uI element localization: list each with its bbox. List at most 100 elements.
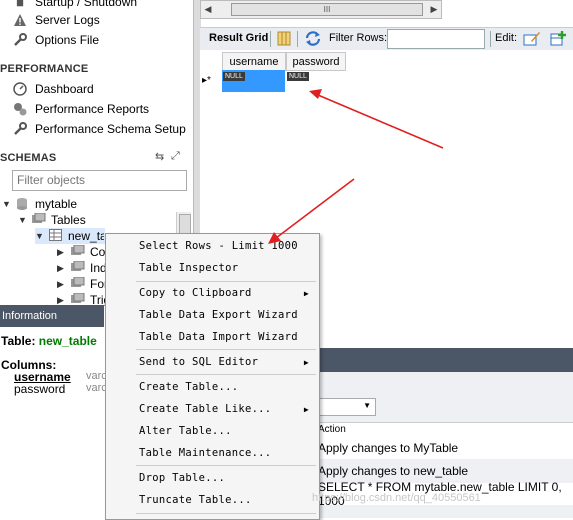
menu-item-alter-table[interactable]: Alter Table... [106,421,319,441]
nav-item-startup-shutdown[interactable]: ■ Startup / Shutdown [12,0,137,11]
nav-item-label: Dashboard [35,82,94,96]
menu-item-label: Copy to Clipboard [139,287,252,299]
menu-item-copy-to-clipboard[interactable]: Copy to Clipboard ▶ [106,283,319,303]
schema-node[interactable]: ▼ mytable [2,196,77,212]
submenu-arrow-icon: ▶ [303,288,309,298]
scroll-right-icon[interactable]: ▶ [427,1,441,18]
nav-item-label: Options File [35,33,100,47]
result-grid-label[interactable]: Result Grid [209,32,268,44]
filter-objects-field[interactable] [12,170,187,191]
menu-item-truncate-table[interactable]: Truncate Table... [106,490,319,510]
folder-icon [71,260,85,275]
scrollbar-thumb[interactable]: III [231,3,423,16]
wrench-icon [12,121,28,137]
edit-label: Edit: [495,32,518,44]
column-header-username[interactable]: username [222,52,286,71]
expand-arrow-icon[interactable]: ▶ [57,295,67,306]
output-type-select[interactable]: ▼ [318,398,376,416]
menu-separator [136,513,316,514]
nav-item-label: Startup / Shutdown [35,0,138,9]
wrench-icon [12,32,28,48]
menu-item-create-table-like[interactable]: Create Table Like... ▶ [106,399,319,419]
refresh-icon[interactable]: ⇆ [155,150,164,163]
performance-section-title: PERFORMANCE [0,63,89,75]
insert-row-icon[interactable] [550,30,568,50]
menu-item-label: Send to SQL Editor [139,356,259,368]
chevron-down-icon[interactable]: ▼ [363,401,371,410]
nav-item-label: Performance Reports [35,102,150,116]
table-node-selected[interactable]: ▼ new_table [35,228,105,244]
menu-separator [136,465,316,466]
expand-arrow-icon[interactable]: ▶ [57,247,67,258]
reports-icon [12,101,28,117]
nav-item-dashboard[interactable]: Dashboard [12,80,94,98]
toolbar-separator [490,31,491,47]
info-table-name: new_table [38,334,97,348]
scroll-left-icon[interactable]: ◀ [201,1,215,18]
nav-item-options-file[interactable]: Options File [12,31,99,49]
menu-item-send-to-sql-editor[interactable]: Send to SQL Editor ▶ [106,352,319,372]
nav-item-server-logs[interactable]: Server Logs [12,11,100,29]
menu-item-select-rows[interactable]: Select Rows - Limit 1000 [106,236,319,256]
menu-item-table-data-export[interactable]: Table Data Export Wizard [106,305,319,325]
information-panel-header[interactable]: Information [0,305,104,327]
menu-separator [136,349,316,350]
expand-arrow-icon[interactable]: ▶ [57,279,67,290]
warning-icon [12,12,28,28]
collapse-arrow-icon[interactable]: ▼ [2,199,12,209]
result-grid-toolbar: Result Grid Filter Rows: Edit: [200,27,573,51]
schema-name: mytable [35,197,78,211]
context-menu: Select Rows - Limit 1000 Table Inspector… [105,233,320,520]
information-panel: Table: new_table Columns: username varch… [0,327,123,518]
folder-icon [71,244,85,259]
grid-cell-username[interactable]: NULL [222,70,285,92]
collapse-arrow-icon[interactable]: ▼ [35,231,45,241]
menu-item-table-maintenance[interactable]: Table Maintenance... [106,443,319,463]
nav-item-performance-schema-setup[interactable]: Performance Schema Setup [12,120,186,138]
edit-row-icon[interactable] [523,30,541,50]
toolbar-separator [297,31,298,47]
nav-item-label: Performance Schema Setup [35,122,186,136]
nav-item-label: Server Logs [35,13,100,27]
grid-view-icon[interactable] [277,31,291,49]
nav-item-performance-reports[interactable]: Performance Reports [12,100,149,118]
schemas-section-title: SCHEMAS [0,152,57,164]
info-table-line: Table: new_table [1,334,97,348]
output-row[interactable]: Apply changes to new_table [318,460,573,482]
refresh-icon[interactable] [304,30,322,50]
menu-separator [136,374,316,375]
tables-folder-icon [32,212,46,227]
output-row[interactable]: Apply changes to MyTable [318,437,573,459]
filter-rows-input[interactable] [387,29,485,49]
info-table-label: Table: [1,334,36,348]
info-column-name: password [14,382,66,396]
expand-arrow-icon[interactable]: ▶ [57,263,67,274]
table-icon [49,229,63,243]
null-badge: NULL [287,72,309,81]
collapse-arrow-icon[interactable]: ▼ [18,215,28,225]
menu-item-drop-table[interactable]: Drop Table... [106,468,319,488]
tables-folder-label: Tables [51,213,86,227]
menu-item-table-data-import[interactable]: Table Data Import Wizard [106,327,319,347]
grid-cell-password[interactable]: NULL [286,70,344,92]
submenu-arrow-icon: ▶ [303,357,309,367]
filter-objects-input[interactable] [13,171,167,188]
table-name: new_table [68,229,104,243]
submenu-arrow-icon: ▶ [303,404,309,414]
database-icon [16,197,30,211]
new-row-marker: ▸* [202,75,211,86]
toolbar-separator [270,31,271,47]
dashboard-icon [12,81,28,97]
startup-icon: ■ [16,0,24,10]
menu-separator [136,281,316,282]
output-action-header[interactable]: Action [318,422,573,438]
output-panel-header [318,348,573,372]
filter-rows-label: Filter Rows: [329,32,388,44]
column-header-password[interactable]: password [286,52,346,71]
horizontal-scrollbar[interactable]: ◀ III ▶ [200,0,442,19]
row-header-corner [200,52,221,69]
menu-item-table-inspector[interactable]: Table Inspector [106,258,319,278]
expand-icon[interactable]: ⤢ [171,150,180,163]
tables-folder-node[interactable]: ▼ Tables [18,212,86,228]
menu-item-create-table[interactable]: Create Table... [106,377,319,397]
